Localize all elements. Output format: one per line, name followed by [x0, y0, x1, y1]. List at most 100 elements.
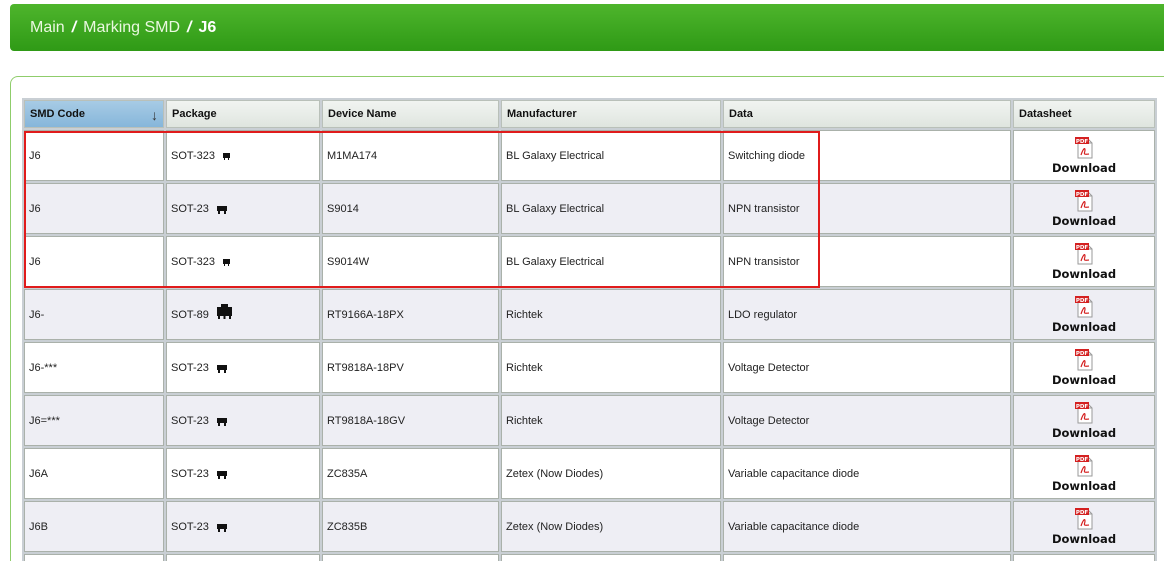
- cell-package: SOT-323: [166, 236, 320, 287]
- pdf-badge: PDF: [1076, 457, 1089, 463]
- column-header-datasheet: Datasheet: [1013, 100, 1155, 128]
- download-label: Download: [1051, 426, 1117, 440]
- smd-table: SMD Code ↓ Package Device Name Manufactu…: [22, 98, 1157, 561]
- pdf-icon: PDF: [1075, 455, 1093, 477]
- table-row: J6A SOT-23 ZC835A Zetex (Now Diodes) Variabl…: [24, 448, 1155, 499]
- package-label: SOT-89: [171, 308, 209, 321]
- table-row: J6 SOT-323 S9014W BL Galaxy Electrical NPN t…: [24, 236, 1155, 287]
- cell-device-name[interactable]: RT9818A-18GV: [322, 395, 499, 446]
- cell-device-name[interactable]: RT9166A-18PX: [322, 289, 499, 340]
- pdf-badge: PDF: [1076, 510, 1089, 516]
- cell-manufacturer: Zetex (Now Diodes): [501, 501, 721, 552]
- download-button[interactable]: PDF Download: [1052, 295, 1116, 334]
- cell-manufacturer: Richtek: [501, 289, 721, 340]
- download-button[interactable]: PDF Download: [1052, 136, 1116, 175]
- cell-device-name[interactable]: S9014W: [322, 236, 499, 287]
- breadcrumb-separator: /: [71, 18, 77, 36]
- table-row-partial: [24, 554, 1155, 561]
- sort-arrow-down-icon[interactable]: ↓: [151, 107, 158, 123]
- cell-manufacturer: Richtek: [501, 342, 721, 393]
- cell-data: Voltage Detector: [723, 342, 1011, 393]
- column-header-label: SMD Code: [30, 108, 85, 120]
- table-header-row: SMD Code ↓ Package Device Name Manufactu…: [24, 100, 1155, 128]
- pdf-icon: PDF: [1075, 243, 1093, 265]
- table-row: J6 SOT-23 S9014 BL Galaxy Electrical NPN tra…: [24, 183, 1155, 234]
- download-label: Download: [1051, 373, 1117, 387]
- download-label: Download: [1051, 161, 1117, 175]
- cell-package: SOT-23: [166, 395, 320, 446]
- table-row: J6=*** SOT-23 RT9818A-18GV Richtek Voltage D…: [24, 395, 1155, 446]
- column-header-data[interactable]: Data: [723, 100, 1011, 128]
- cell-device-name[interactable]: ZC835A: [322, 448, 499, 499]
- breadcrumb-main-link[interactable]: Main: [30, 19, 65, 37]
- download-button[interactable]: PDF Download: [1052, 189, 1116, 228]
- cell-device-name[interactable]: S9014: [322, 183, 499, 234]
- cell-package: SOT-23: [166, 448, 320, 499]
- pdf-badge: PDF: [1076, 351, 1089, 357]
- cell-datasheet: PDF Download: [1013, 395, 1155, 446]
- pdf-icon: PDF: [1075, 137, 1093, 159]
- pdf-badge: PDF: [1076, 404, 1089, 410]
- cell-device-name[interactable]: ZC835B: [322, 501, 499, 552]
- cell-smd-code: J6B: [24, 501, 164, 552]
- column-header-smd-code[interactable]: SMD Code ↓: [24, 100, 164, 128]
- cell-datasheet: PDF Download: [1013, 342, 1155, 393]
- cell-package: SOT-23: [166, 342, 320, 393]
- breadcrumb-marking-smd-link[interactable]: Marking SMD: [83, 19, 180, 37]
- cell-data: Switching diode: [723, 130, 1011, 181]
- cell-smd-code: J6=***: [24, 395, 164, 446]
- cell-data: Voltage Detector: [723, 395, 1011, 446]
- package-chip-icon: [216, 524, 227, 533]
- breadcrumb: Main / Marking SMD / J6: [10, 4, 1164, 51]
- cell: [501, 554, 721, 561]
- cell-device-name[interactable]: M1MA174: [322, 130, 499, 181]
- pdf-icon: PDF: [1075, 296, 1093, 318]
- download-label: Download: [1051, 532, 1117, 546]
- cell-smd-code: J6: [24, 236, 164, 287]
- package-chip-icon: [216, 206, 227, 215]
- cell-smd-code: J6: [24, 183, 164, 234]
- cell-data: NPN transistor: [723, 236, 1011, 287]
- cell-device-name[interactable]: RT9818A-18PV: [322, 342, 499, 393]
- table-row: J6- SOT-89 RT9166A-18PX Richtek LDO regulato…: [24, 289, 1155, 340]
- cell-package: SOT-23: [166, 501, 320, 552]
- column-header-manufacturer[interactable]: Manufacturer: [501, 100, 721, 128]
- cell-manufacturer: BL Galaxy Electrical: [501, 183, 721, 234]
- cell-datasheet: PDF Download: [1013, 236, 1155, 287]
- breadcrumb-separator: /: [187, 18, 192, 36]
- breadcrumb-current: J6: [198, 18, 217, 36]
- pdf-badge: PDF: [1076, 139, 1089, 145]
- package-chip-icon: [216, 418, 227, 427]
- table-row: J6 SOT-323 M1MA174 BL Galaxy Electrical Swit…: [24, 130, 1155, 181]
- download-button[interactable]: PDF Download: [1052, 507, 1116, 546]
- package-chip-icon: [216, 304, 232, 320]
- pdf-badge: PDF: [1076, 298, 1089, 304]
- download-button[interactable]: PDF Download: [1052, 348, 1116, 387]
- download-button[interactable]: PDF Download: [1052, 242, 1116, 281]
- table-row: J6B SOT-23 ZC835B Zetex (Now Diodes) Variabl…: [24, 501, 1155, 552]
- pdf-icon: PDF: [1075, 402, 1093, 424]
- pdf-icon: PDF: [1075, 190, 1093, 212]
- download-button[interactable]: PDF Download: [1052, 454, 1116, 493]
- download-label: Download: [1051, 214, 1117, 228]
- package-label: SOT-323: [171, 255, 216, 268]
- cell-datasheet: PDF Download: [1013, 448, 1155, 499]
- package-chip-icon: [216, 471, 227, 480]
- package-chip-icon: [223, 153, 231, 161]
- package-label: SOT-23: [171, 467, 209, 480]
- column-header-device-name[interactable]: Device Name: [322, 100, 499, 128]
- cell-smd-code: J6: [24, 130, 164, 181]
- cell-data: Variable capacitance diode: [723, 501, 1011, 552]
- column-header-package[interactable]: Package: [166, 100, 320, 128]
- package-chip-icon: [216, 365, 227, 374]
- cell-package: SOT-323: [166, 130, 320, 181]
- pdf-badge: PDF: [1076, 245, 1089, 251]
- cell-manufacturer: BL Galaxy Electrical: [501, 130, 721, 181]
- package-label: SOT-23: [171, 202, 209, 215]
- cell-smd-code: J6-***: [24, 342, 164, 393]
- cell-package: SOT-89: [166, 289, 320, 340]
- package-chip-icon: [223, 259, 231, 267]
- package-label: SOT-23: [171, 361, 209, 374]
- cell-data: NPN transistor: [723, 183, 1011, 234]
- download-button[interactable]: PDF Download: [1052, 401, 1116, 440]
